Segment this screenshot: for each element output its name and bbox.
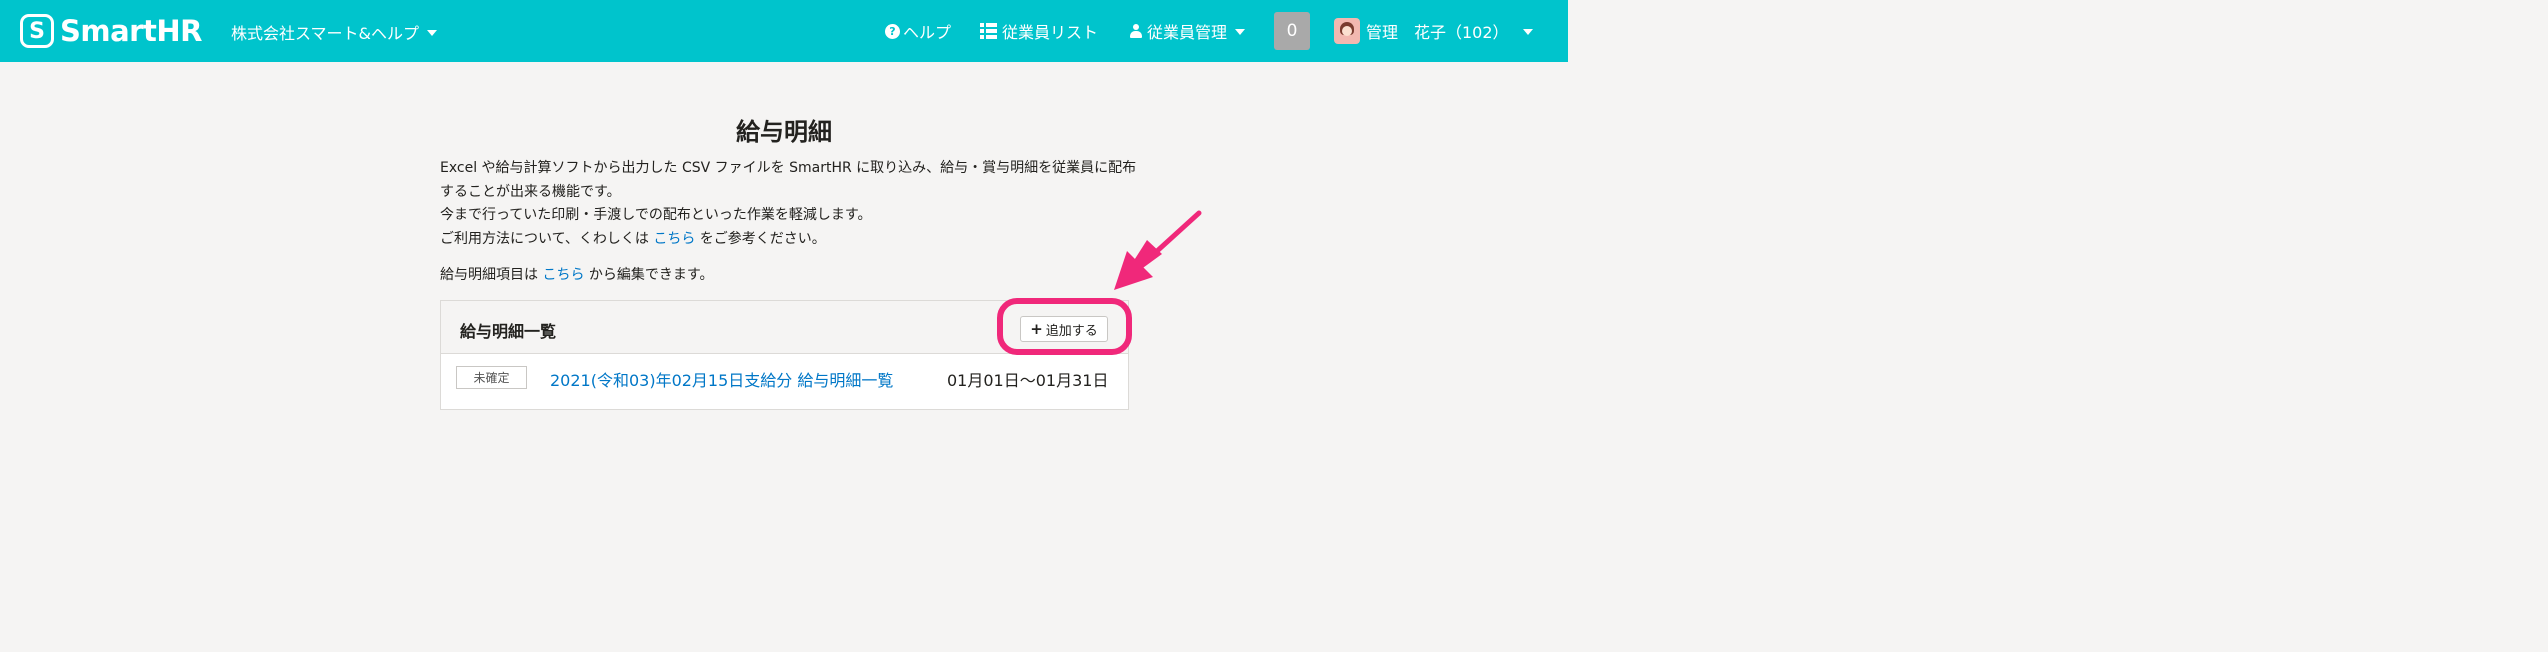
caret-down-icon: [1522, 29, 1533, 35]
question-circle-icon: ?: [885, 23, 900, 39]
usage-help-link[interactable]: こちら: [653, 231, 695, 247]
items-edit-line: 給与明細項目は こちら から編集できます。: [440, 264, 714, 284]
user-menu[interactable]: 管理 花子（102）: [1334, 18, 1533, 44]
nav-help[interactable]: ? ヘルプ: [885, 19, 951, 43]
logo-mark-icon: S: [20, 14, 54, 48]
usage-prefix: ご利用方法について、くわしくは: [440, 230, 654, 247]
nav-employee-manage-label: 従業員管理: [1147, 23, 1228, 42]
page-title: 給与明細: [736, 118, 832, 146]
list-icon: [980, 23, 997, 39]
logo-text: SmartHR: [60, 14, 202, 48]
nav-employee-list[interactable]: 従業員リスト: [980, 19, 1098, 43]
caret-down-icon: [427, 30, 437, 36]
plus-icon: +: [1030, 319, 1043, 338]
description-line-1: Excel や給与計算ソフトから出力した CSV ファイルを SmartHR に…: [440, 160, 1137, 200]
notification-badge[interactable]: 0: [1274, 12, 1310, 50]
table-row: 未確定 2021(令和03)年02月15日支給分 給与明細一覧 01月01日〜0…: [441, 354, 1128, 404]
nav-help-label: ヘルプ: [903, 23, 952, 42]
items-prefix: 給与明細項目は: [440, 267, 543, 283]
company-switcher[interactable]: 株式会社スマート&ヘルプ: [231, 20, 437, 44]
user-icon: [1130, 24, 1142, 38]
company-name: 株式会社スマート&ヘルプ: [231, 24, 419, 43]
nav-employee-list-label: 従業員リスト: [1002, 23, 1099, 42]
avatar: [1334, 18, 1360, 44]
payslip-list-panel: 給与明細一覧 + 追加する 未確定 2021(令和03)年02月15日支給分 給…: [440, 300, 1129, 410]
usage-suffix: をご参考ください。: [695, 230, 826, 247]
payslip-period: 01月01日〜01月31日: [947, 371, 1109, 390]
panel-title: 給与明細一覧: [460, 322, 557, 341]
usage-line: ご利用方法について、くわしくは こちら をご参考ください。: [440, 228, 1140, 252]
top-header: S SmartHR 株式会社スマート&ヘルプ ? ヘルプ 従業員リスト 従業員管…: [0, 0, 1568, 62]
payslip-link[interactable]: 2021(令和03)年02月15日支給分 給与明細一覧: [550, 367, 893, 391]
user-name: 管理 花子（102）: [1366, 23, 1509, 42]
status-badge: 未確定: [456, 366, 527, 389]
nav-employee-manage[interactable]: 従業員管理: [1130, 19, 1246, 43]
panel-header: 給与明細一覧 + 追加する: [441, 301, 1128, 354]
add-button[interactable]: + 追加する: [1020, 316, 1108, 342]
page-description: Excel や給与計算ソフトから出力した CSV ファイルを SmartHR に…: [440, 157, 1140, 251]
items-suffix: から編集できます。: [584, 267, 714, 283]
description-line-2: 今まで行っていた印刷・手渡しでの配布といった作業を軽減します。: [440, 207, 872, 223]
caret-down-icon: [1235, 29, 1246, 35]
add-button-label: 追加する: [1045, 323, 1098, 339]
smarthr-logo[interactable]: S SmartHR: [20, 13, 202, 49]
items-edit-link[interactable]: こちら: [542, 267, 584, 283]
